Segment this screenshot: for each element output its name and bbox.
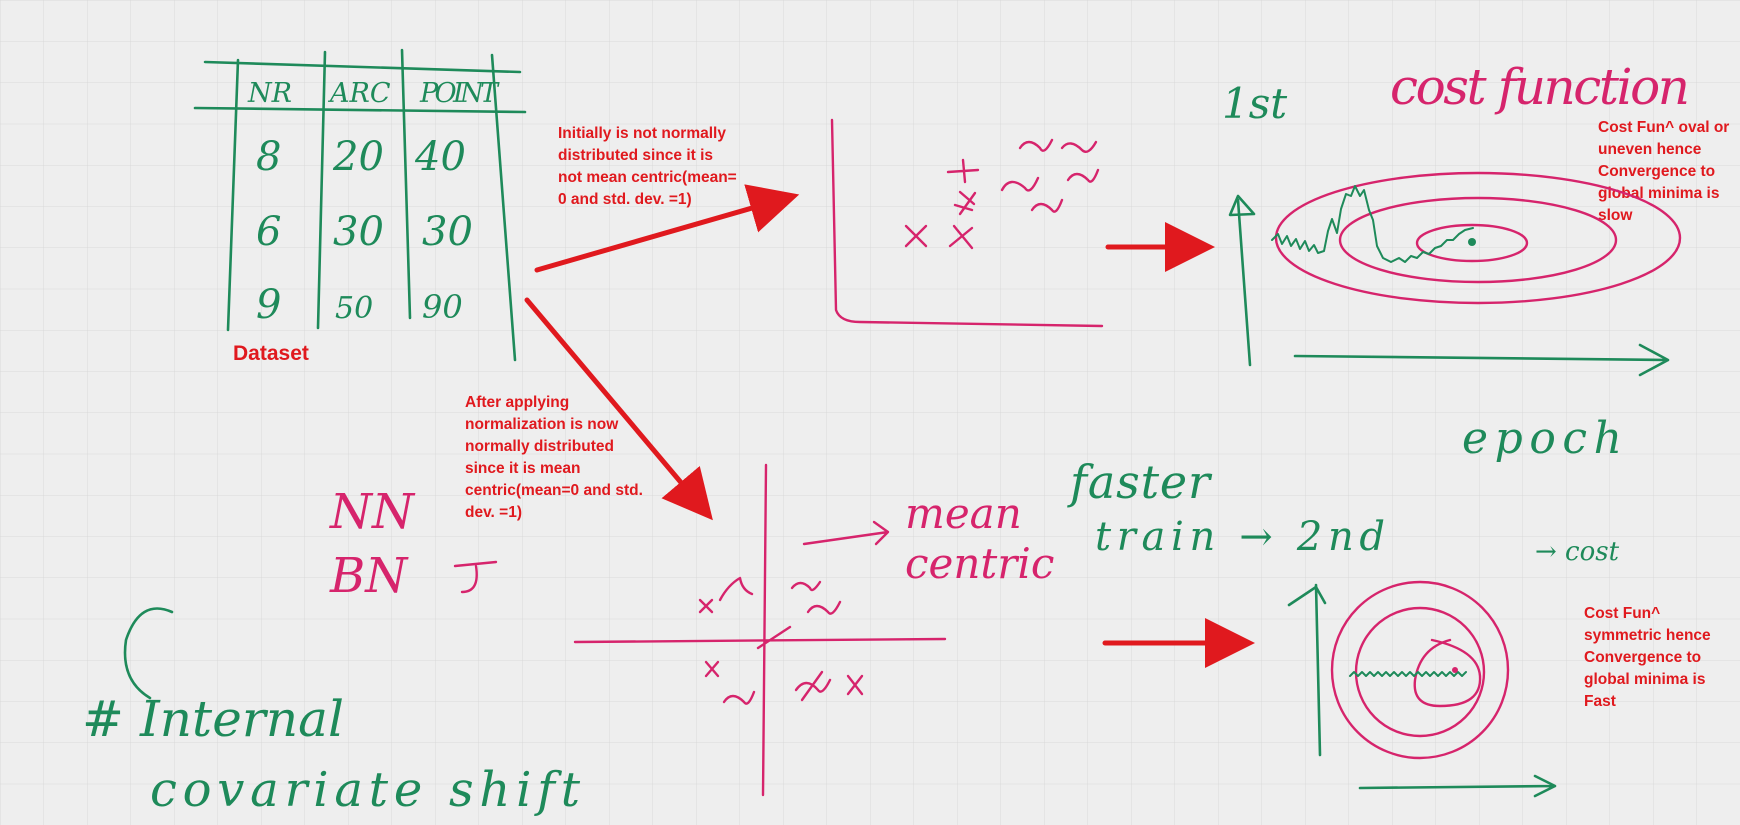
table-cell: 9 <box>256 282 281 328</box>
table-cell: 20 <box>332 134 384 180</box>
table-cell: 90 <box>422 288 463 326</box>
label-internal: # Internal <box>82 690 344 748</box>
label-bn: BN <box>329 548 409 604</box>
table-cell: 40 <box>414 134 466 180</box>
whiteboard: NR ARC POINT 8 20 40 6 30 30 9 50 90 Dat… <box>0 0 1740 825</box>
label-cost-short: → cost <box>1535 537 1620 567</box>
table-cell: 30 <box>422 209 473 255</box>
label-first-run: 1st <box>1222 79 1287 128</box>
table-header: ARC <box>327 78 391 109</box>
table-header: NR <box>247 78 292 109</box>
dataset-caption: Dataset <box>233 342 309 365</box>
table-header: POINT <box>419 78 500 109</box>
label-epoch: epoch <box>1462 413 1622 464</box>
table-cell: 50 <box>335 291 373 326</box>
label-mean-centric: mean centric <box>905 489 1054 588</box>
label-cost-function: cost function <box>1390 58 1690 116</box>
table-cell: 6 <box>256 209 281 255</box>
table-cell: 30 <box>333 209 384 255</box>
label-nn: NN <box>329 484 416 540</box>
label-faster: faster <box>1067 455 1213 509</box>
table-cell: 8 <box>256 134 281 180</box>
